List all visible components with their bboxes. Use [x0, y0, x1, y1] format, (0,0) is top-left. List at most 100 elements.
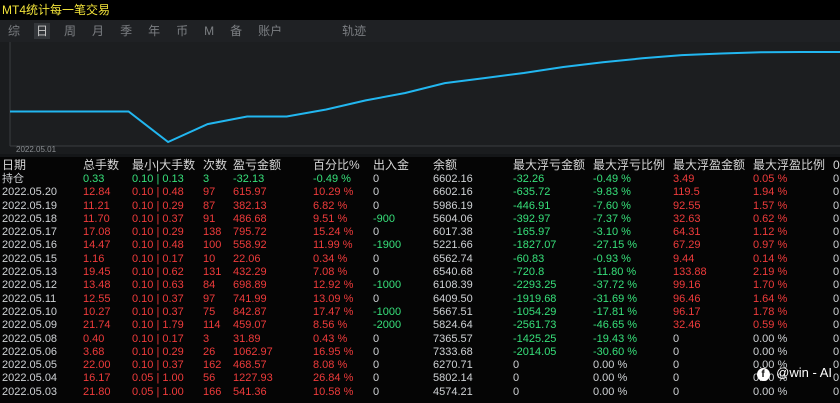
table-row[interactable]: 2022.05.06 3.68 0.10 | 0.29 26 1062.97 16.95 … — [0, 346, 840, 359]
cell-lots: 19.45 — [83, 266, 111, 279]
tab-9[interactable]: 账户 — [256, 23, 284, 39]
cell-last: 0 — [833, 212, 840, 225]
table-header-row: 日期 总手数 最小|大手数 次数 盈亏金额 百分比% 出入金 余额 最大浮亏金额 最大浮亏比例 最大… — [0, 157, 840, 173]
table-row[interactable]: 2022.05.15 1.16 0.10 | 0.17 10 22.06 0.34 % 0 6… — [0, 253, 840, 266]
table-row[interactable]: 2022.05.17 17.08 0.10 | 0.29 138 795.72 15.24… — [0, 226, 840, 239]
cell-last: 0 — [833, 252, 840, 265]
table-row[interactable]: 2022.05.19 11.21 0.10 | 0.29 87 382.13 6.82 %… — [0, 200, 840, 213]
cell-date: 2022.05.19 — [2, 199, 58, 212]
cell-maxlosspct: -3.10 % — [593, 226, 631, 239]
cell-last: 0 — [833, 359, 840, 372]
cell-maxloss: -446.91 — [513, 199, 551, 212]
cell-pnl: 1227.93 — [233, 372, 273, 385]
cell-date: 2022.05.17 — [2, 226, 58, 239]
cell-lots: 16.17 — [83, 372, 111, 385]
cell-pct: 15.24 % — [313, 226, 354, 239]
cell-maxprofit: 0 — [673, 332, 680, 345]
tab-10[interactable]: 轨迹 — [340, 23, 368, 39]
tab-5[interactable]: 年 — [146, 23, 162, 39]
cell-maxloss: 0 — [513, 385, 520, 398]
cell-count: 114 — [203, 319, 221, 332]
cell-maxprofit: 119.5 — [673, 186, 700, 199]
cell-pct: -0.49 % — [313, 173, 351, 185]
cell-maxlosspct: -7.37 % — [593, 212, 631, 225]
cell-pct: 8.56 % — [313, 319, 348, 332]
equity-chart-svg: 2022.05.01 — [9, 42, 840, 154]
table-row[interactable]: 2022.05.11 12.55 0.10 | 0.37 97 741.99 13.09 … — [0, 293, 840, 306]
cell-count: 84 — [203, 279, 216, 292]
cell-maxlosspct: 0.00 % — [593, 385, 628, 398]
watermark-text: @win - AI — [776, 365, 832, 380]
cell-balance: 6562.74 — [433, 252, 473, 265]
tab-1[interactable]: 日 — [34, 23, 51, 39]
column-header: 最小|大手数 — [132, 158, 196, 172]
cell-maxlosspct: -46.65 % — [593, 319, 638, 332]
cell-pct: 0.43 % — [313, 332, 348, 345]
table-row[interactable]: 2022.05.03 21.80 0.05 | 1.00 166 541.36 10.58… — [0, 386, 840, 399]
table-row[interactable]: 2022.05.13 19.45 0.10 | 0.62 131 432.29 7.08 … — [0, 266, 840, 279]
cell-maxprofit: 9.44 — [673, 252, 695, 265]
cell-date: 2022.05.12 — [2, 279, 58, 292]
cell-pnl: 459.07 — [233, 319, 267, 332]
cell-minmax: 0.05 | 1.00 — [132, 385, 184, 398]
column-header: 次数 — [203, 158, 228, 172]
cell-maxlosspct: -31.69 % — [593, 292, 638, 305]
cell-maxprofitpct: 0.14 % — [753, 252, 788, 265]
cell-balance: 6602.16 — [433, 173, 473, 185]
cell-count: 3 — [203, 173, 210, 185]
cell-maxprofitpct: 1.64 % — [753, 292, 788, 305]
table-row[interactable]: 2022.05.05 22.00 0.10 | 0.37 162 468.57 8.08 … — [0, 359, 840, 372]
table-row[interactable]: 2022.05.12 13.48 0.10 | 0.63 84 698.89 12.92 … — [0, 279, 840, 292]
cell-pct: 10.58 % — [313, 385, 354, 398]
cell-lots: 12.84 — [83, 186, 111, 199]
cell-maxlosspct: 0.00 % — [593, 359, 628, 372]
cell-pnl: 842.87 — [233, 305, 267, 318]
table-row[interactable]: 2022.05.20 12.84 0.10 | 0.48 97 615.97 10.29 … — [0, 186, 840, 199]
cell-count: 162 — [203, 359, 222, 372]
table-row[interactable]: 2022.05.16 14.47 0.10 | 0.48 100 558.92 11.99… — [0, 239, 840, 252]
holding-row[interactable]: 持仓 0.33 0.10 | 0.13 3 -32.13 -0.49 % 0 6602.16 -… — [0, 173, 840, 186]
tab-3[interactable]: 月 — [90, 23, 106, 39]
period-tab-bar: 综日周月季年币 M 备账户 轨迹 — [0, 20, 840, 42]
cell-minmax: 0.10 | 0.37 — [132, 305, 184, 318]
cell-last: 0 — [833, 186, 840, 199]
trade-stats-table: 日期 总手数 最小|大手数 次数 盈亏金额 百分比% 出入金 余额 最大浮亏金额 最大浮亏比例 最大… — [0, 157, 840, 403]
table-row[interactable]: 2022.05.04 16.17 0.05 | 1.00 56 1227.93 26.84… — [0, 372, 840, 385]
cell-pnl: 486.68 — [233, 212, 267, 225]
cell-minmax: 0.10 | 0.37 — [132, 359, 184, 372]
cell-maxlosspct: 0.00 % — [593, 372, 628, 385]
cell-balance: 6270.71 — [433, 359, 473, 372]
table-row[interactable]: 2022.05.09 21.74 0.10 | 1.79 114 459.07 8.56 … — [0, 319, 840, 332]
cell-maxprofitpct: 0.00 % — [753, 345, 788, 358]
cell-last: 0 — [833, 239, 840, 252]
cell-io: 0 — [373, 266, 380, 279]
tab-4[interactable]: 季 — [118, 23, 134, 39]
cell-lots: 21.80 — [83, 385, 111, 398]
tab-8[interactable]: 备 — [228, 23, 244, 39]
cell-maxlosspct: -37.72 % — [593, 279, 638, 292]
tab-6[interactable]: 币 — [174, 23, 190, 39]
cell-minmax: 0.10 | 0.13 — [132, 173, 184, 185]
cell-maxprofit: 99.16 — [673, 279, 701, 292]
cell-io: 0 — [373, 332, 380, 345]
tab-0[interactable]: 综 — [6, 23, 22, 39]
cell-maxprofitpct: 1.12 % — [753, 226, 788, 239]
cell-maxloss: 0 — [513, 372, 520, 385]
cell-pnl: 432.29 — [233, 266, 267, 279]
table-row[interactable]: 2022.05.08 0.40 0.10 | 0.17 3 31.89 0.43 % 0 73… — [0, 333, 840, 346]
table-row[interactable]: 2022.05.18 11.70 0.10 | 0.37 91 486.68 9.51 %… — [0, 213, 840, 226]
cell-balance: 5802.14 — [433, 372, 473, 385]
cell-last: 0 — [833, 345, 840, 358]
column-header: 最大浮亏比例 — [593, 158, 666, 172]
x-tick-label: 2022.05.01 — [16, 145, 57, 154]
table-row[interactable]: 2022.05.10 10.27 0.10 | 0.37 75 842.87 17.47 … — [0, 306, 840, 319]
cell-count: 75 — [203, 305, 216, 318]
cell-maxprofit: 3.49 — [673, 173, 695, 185]
cell-date: 持仓 — [2, 173, 24, 185]
tab-2[interactable]: 周 — [62, 23, 78, 39]
cell-pnl: 741.99 — [233, 292, 267, 305]
tab-7[interactable]: M — [202, 23, 216, 39]
cell-pct: 8.08 % — [313, 359, 348, 372]
cell-maxprofit: 0 — [673, 345, 680, 358]
cell-minmax: 0.10 | 0.48 — [132, 239, 184, 252]
